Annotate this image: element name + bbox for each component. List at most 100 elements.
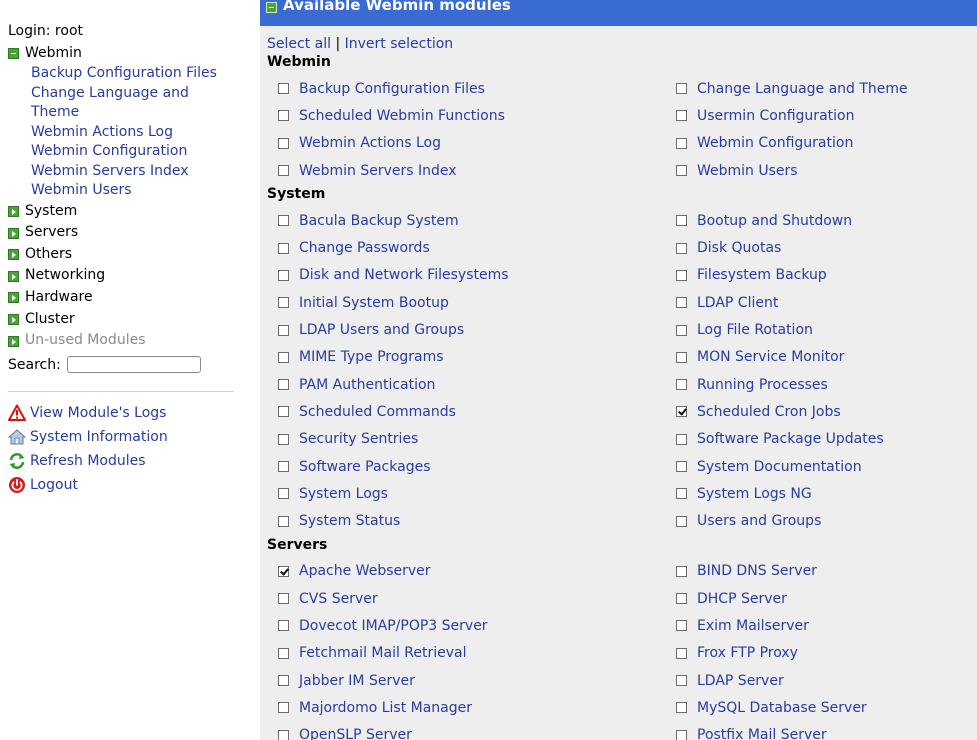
module-option[interactable]: Frox FTP Proxy bbox=[665, 640, 965, 667]
module-checkbox[interactable] bbox=[676, 324, 687, 336]
module-checkbox[interactable] bbox=[676, 215, 687, 227]
module-label[interactable]: Users and Groups bbox=[697, 513, 821, 529]
module-label[interactable]: Webmin Users bbox=[697, 163, 798, 179]
module-option[interactable]: Dovecot IMAP/POP3 Server bbox=[267, 612, 665, 639]
module-option[interactable]: System Logs NG bbox=[665, 480, 965, 507]
module-option[interactable]: LDAP Client bbox=[665, 289, 965, 316]
module-option[interactable]: Majordomo List Manager bbox=[267, 694, 665, 721]
module-option[interactable]: MON Service Monitor bbox=[665, 344, 965, 371]
module-label[interactable]: Dovecot IMAP/POP3 Server bbox=[299, 618, 488, 634]
invert-selection-link[interactable]: Invert selection bbox=[345, 36, 454, 52]
module-checkbox[interactable] bbox=[278, 406, 289, 418]
module-option[interactable]: Bacula Backup System bbox=[267, 207, 665, 234]
module-checkbox[interactable] bbox=[278, 242, 289, 254]
module-checkbox[interactable] bbox=[676, 593, 687, 605]
module-option[interactable]: Webmin Configuration bbox=[665, 130, 965, 157]
module-checkbox[interactable] bbox=[278, 165, 289, 177]
category-cluster[interactable]: Cluster bbox=[8, 309, 252, 331]
module-label[interactable]: Apache Webserver bbox=[299, 563, 431, 579]
module-option[interactable]: Software Package Updates bbox=[665, 426, 965, 453]
module-option[interactable]: MIME Type Programs bbox=[267, 344, 665, 371]
module-label[interactable]: Usermin Configuration bbox=[697, 108, 854, 124]
module-checkbox[interactable] bbox=[278, 379, 289, 391]
panel-header[interactable]: Available Webmin modules bbox=[260, 0, 977, 26]
module-label[interactable]: Initial System Bootup bbox=[299, 295, 449, 311]
module-checkbox[interactable] bbox=[676, 565, 687, 577]
module-label[interactable]: Scheduled Commands bbox=[299, 404, 456, 420]
module-checkbox[interactable] bbox=[676, 461, 687, 472]
module-option[interactable]: Backup Configuration Files bbox=[267, 75, 665, 102]
menu-item-change-language-and-theme[interactable]: Change Language and Theme bbox=[31, 84, 206, 123]
module-label[interactable]: Disk Quotas bbox=[697, 240, 781, 256]
module-label[interactable]: Postfix Mail Server bbox=[697, 727, 827, 740]
search-input[interactable] bbox=[66, 356, 201, 374]
module-label[interactable]: System Status bbox=[299, 513, 400, 529]
module-checkbox[interactable] bbox=[278, 269, 289, 281]
category-servers[interactable]: Servers bbox=[8, 222, 252, 244]
module-option[interactable]: Filesystem Backup bbox=[665, 262, 965, 289]
module-option[interactable]: Webmin Servers Index bbox=[267, 157, 665, 184]
module-option[interactable]: System Logs bbox=[267, 480, 665, 507]
module-checkbox[interactable] bbox=[676, 675, 687, 687]
module-label[interactable]: Webmin Actions Log bbox=[299, 135, 441, 151]
select-all-link[interactable]: Select all bbox=[267, 36, 331, 52]
module-option[interactable]: Webmin Users bbox=[665, 157, 965, 184]
module-label[interactable]: Disk and Network Filesystems bbox=[299, 267, 509, 283]
module-label[interactable]: OpenSLP Server bbox=[299, 727, 412, 740]
module-label[interactable]: Change Language and Theme bbox=[697, 81, 908, 97]
module-label[interactable]: CVS Server bbox=[299, 591, 378, 607]
module-checkbox[interactable] bbox=[676, 488, 687, 500]
module-label[interactable]: Bacula Backup System bbox=[299, 213, 459, 229]
module-checkbox[interactable] bbox=[278, 675, 289, 687]
module-label[interactable]: BIND DNS Server bbox=[697, 563, 817, 579]
menu-item-webmin-servers-index[interactable]: Webmin Servers Index bbox=[31, 162, 231, 182]
module-label[interactable]: DHCP Server bbox=[697, 591, 787, 607]
module-option[interactable]: Exim Mailserver bbox=[665, 612, 965, 639]
module-checkbox[interactable] bbox=[278, 565, 289, 577]
module-checkbox[interactable] bbox=[676, 515, 687, 527]
module-label[interactable]: Majordomo List Manager bbox=[299, 700, 472, 716]
module-checkbox[interactable] bbox=[676, 269, 687, 281]
category-others[interactable]: Others bbox=[8, 244, 252, 266]
module-checkbox[interactable] bbox=[278, 515, 289, 527]
category-system[interactable]: System bbox=[8, 201, 252, 223]
module-label[interactable]: Jabber IM Server bbox=[299, 673, 415, 689]
module-label[interactable]: System Logs bbox=[299, 486, 388, 502]
module-option[interactable]: LDAP Users and Groups bbox=[267, 316, 665, 343]
module-option[interactable]: Jabber IM Server bbox=[267, 667, 665, 694]
system-information-link[interactable]: System Information bbox=[8, 425, 252, 449]
module-checkbox[interactable] bbox=[278, 461, 289, 472]
module-label[interactable]: Webmin Servers Index bbox=[299, 163, 457, 179]
module-label[interactable]: LDAP Users and Groups bbox=[299, 322, 464, 338]
logout-link[interactable]: Logout bbox=[8, 473, 252, 497]
module-option[interactable]: LDAP Server bbox=[665, 667, 965, 694]
module-checkbox[interactable] bbox=[676, 242, 687, 254]
module-label[interactable]: Security Sentries bbox=[299, 431, 418, 447]
module-option[interactable]: Change Language and Theme bbox=[665, 75, 965, 102]
category-networking[interactable]: Networking bbox=[8, 265, 252, 287]
module-label[interactable]: MySQL Database Server bbox=[697, 700, 867, 716]
module-option[interactable]: OpenSLP Server bbox=[267, 722, 665, 740]
module-checkbox[interactable] bbox=[676, 702, 687, 714]
module-checkbox[interactable] bbox=[278, 324, 289, 336]
module-label[interactable]: Software Package Updates bbox=[697, 431, 884, 447]
module-label[interactable]: LDAP Client bbox=[697, 295, 778, 311]
module-option[interactable]: Usermin Configuration bbox=[665, 102, 965, 129]
module-option[interactable]: DHCP Server bbox=[665, 585, 965, 612]
module-checkbox[interactable] bbox=[676, 620, 687, 632]
module-checkbox[interactable] bbox=[676, 406, 687, 418]
module-checkbox[interactable] bbox=[676, 729, 687, 740]
category-webmin[interactable]: Webmin bbox=[8, 43, 252, 65]
module-option[interactable]: PAM Authentication bbox=[267, 371, 665, 398]
module-label[interactable]: Backup Configuration Files bbox=[299, 81, 485, 97]
module-label[interactable]: Change Passwords bbox=[299, 240, 430, 256]
module-option[interactable]: Fetchmail Mail Retrieval bbox=[267, 640, 665, 667]
module-option[interactable]: Scheduled Cron Jobs bbox=[665, 398, 965, 425]
module-label[interactable]: Scheduled Cron Jobs bbox=[697, 404, 841, 420]
module-checkbox[interactable] bbox=[278, 593, 289, 605]
module-label[interactable]: Frox FTP Proxy bbox=[697, 645, 798, 661]
module-label[interactable]: Bootup and Shutdown bbox=[697, 213, 852, 229]
module-option[interactable]: Change Passwords bbox=[267, 234, 665, 261]
module-option[interactable]: Initial System Bootup bbox=[267, 289, 665, 316]
module-checkbox[interactable] bbox=[278, 110, 289, 122]
